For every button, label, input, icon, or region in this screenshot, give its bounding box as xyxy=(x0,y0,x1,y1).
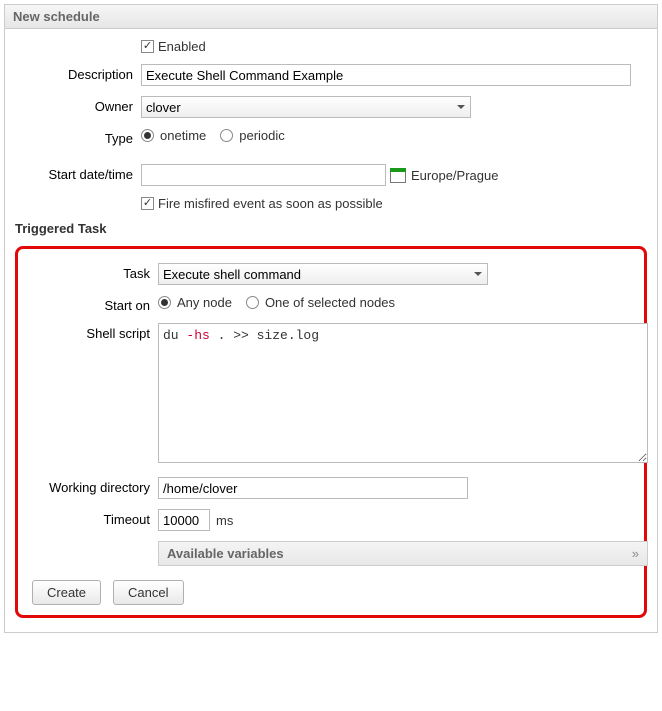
start-datetime-input[interactable] xyxy=(141,164,386,186)
available-variables-bar[interactable]: Available variables » xyxy=(158,541,648,566)
new-schedule-panel: New schedule ✓ Enabled Description Owner… xyxy=(4,4,658,633)
timeout-unit: ms xyxy=(216,513,233,528)
enabled-label: Enabled xyxy=(158,39,206,54)
timeout-label: Timeout xyxy=(32,509,158,527)
form-body: ✓ Enabled Description Owner clover Type xyxy=(5,29,657,632)
owner-select[interactable]: clover xyxy=(141,96,471,118)
owner-label: Owner xyxy=(15,96,141,114)
start-on-label: Start on xyxy=(32,295,158,313)
timezone-label: Europe/Prague xyxy=(411,168,498,183)
start-on-any-label: Any node xyxy=(177,295,232,310)
start-on-selected-label: One of selected nodes xyxy=(265,295,395,310)
expand-icon: » xyxy=(632,546,639,561)
shell-script-label: Shell script xyxy=(32,323,158,341)
fire-misfired-label: Fire misfired event as soon as possible xyxy=(158,196,383,211)
panel-title: New schedule xyxy=(5,5,657,29)
start-on-any-radio[interactable] xyxy=(158,296,171,309)
working-dir-input[interactable] xyxy=(158,477,468,499)
triggered-task-title: Triggered Task xyxy=(15,221,647,236)
task-label: Task xyxy=(32,263,158,281)
type-onetime-radio[interactable] xyxy=(141,129,154,142)
available-variables-label: Available variables xyxy=(167,546,284,561)
create-button[interactable]: Create xyxy=(32,580,101,605)
fire-misfired-checkbox[interactable]: ✓ xyxy=(141,197,154,210)
type-label: Type xyxy=(15,128,141,146)
type-onetime-label: onetime xyxy=(160,128,206,143)
triggered-task-section: Task Execute shell command Start on Any … xyxy=(15,246,647,618)
working-dir-label: Working directory xyxy=(32,477,158,495)
timeout-input[interactable] xyxy=(158,509,210,531)
type-periodic-radio[interactable] xyxy=(220,129,233,142)
description-input[interactable] xyxy=(141,64,631,86)
calendar-icon[interactable] xyxy=(390,168,406,183)
cancel-button[interactable]: Cancel xyxy=(113,580,183,605)
shell-script-input[interactable]: du -hs . >> size.log xyxy=(158,323,648,463)
type-periodic-label: periodic xyxy=(239,128,285,143)
description-label: Description xyxy=(15,64,141,82)
start-on-selected-radio[interactable] xyxy=(246,296,259,309)
enabled-checkbox[interactable]: ✓ xyxy=(141,40,154,53)
task-select[interactable]: Execute shell command xyxy=(158,263,488,285)
start-dt-label: Start date/time xyxy=(15,164,141,182)
